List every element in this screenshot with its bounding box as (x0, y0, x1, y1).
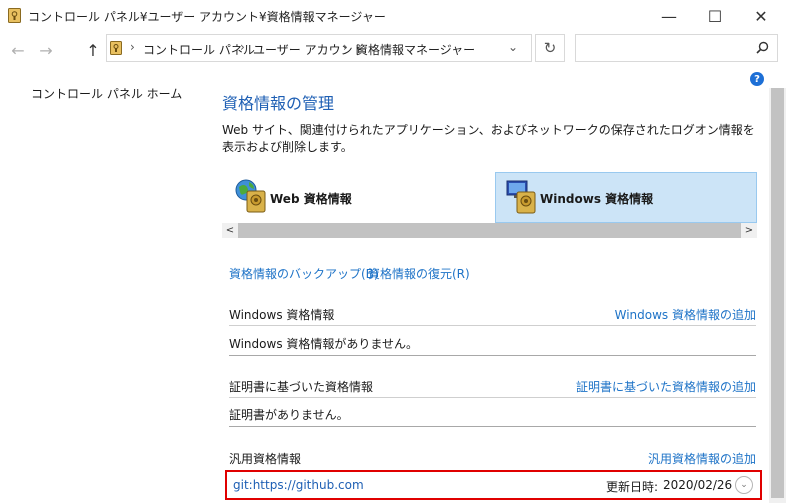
certificate-credentials-heading: 証明書に基づいた資格情報 (229, 380, 374, 394)
breadcrumb-separator: › (343, 40, 348, 54)
breadcrumb-separator: › (130, 40, 135, 54)
modified-date: 2020/02/26 (663, 478, 733, 492)
credential-manager-icon (110, 41, 122, 55)
horizontal-scrollbar[interactable] (222, 223, 757, 238)
chevron-down-icon[interactable]: ⌄ (508, 40, 518, 54)
breadcrumb-credential-manager[interactable]: 資格情報マネージャー (356, 41, 475, 58)
minimize-button[interactable]: — (646, 0, 692, 32)
search-input[interactable] (575, 34, 778, 62)
maximize-button[interactable]: ☐ (692, 0, 738, 32)
scrollbar-thumb[interactable] (771, 88, 784, 498)
breadcrumb-separator: › (240, 40, 245, 54)
add-certificate-credential-link[interactable]: 証明書に基づいた資格情報の追加 (576, 378, 756, 395)
windows-credentials-empty: Windows 資格情報がありません。 (229, 337, 419, 351)
certificate-credentials-empty: 証明書がありません。 (229, 408, 349, 422)
backup-credentials-link[interactable]: 資格情報のバックアップ(B) (229, 265, 379, 282)
forward-button[interactable]: → (36, 40, 56, 60)
close-button[interactable]: ✕ (738, 0, 784, 32)
expand-chevron-icon[interactable]: ⌄ (735, 476, 753, 494)
tab-windows-label: Windows 資格情報 (540, 192, 654, 206)
divider (229, 325, 756, 326)
divider (229, 426, 756, 427)
modified-label: 更新日時: (606, 480, 659, 494)
web-credential-icon (235, 179, 266, 213)
page-description: Web サイト、関連付けられたアプリケーション、およびネットワークの保存されたロ… (222, 123, 755, 154)
search-icon[interactable] (756, 41, 769, 54)
divider (229, 355, 756, 356)
windows-credential-icon (506, 180, 536, 214)
back-button[interactable]: ← (8, 40, 28, 60)
credential-manager-icon (8, 8, 21, 23)
generic-credentials-heading: 汎用資格情報 (229, 452, 302, 466)
breadcrumb-control-panel[interactable]: コントロール パネル (143, 41, 255, 58)
add-generic-credential-link[interactable]: 汎用資格情報の追加 (648, 450, 756, 467)
breadcrumb-user-accounts[interactable]: ユーザー アカウント (253, 41, 365, 58)
refresh-button[interactable]: ↻ (535, 34, 565, 62)
tab-web-label: Web 資格情報 (270, 192, 352, 206)
scroll-left-button[interactable]: < (222, 223, 238, 238)
window-title: コントロール パネル¥ユーザー アカウント¥資格情報マネージャー (28, 10, 386, 24)
divider (229, 397, 756, 398)
scroll-right-button[interactable]: > (741, 223, 757, 238)
credential-name: git:https://github.com (233, 478, 364, 492)
restore-credentials-link[interactable]: 資格情報の復元(R) (368, 265, 470, 282)
page-title: 資格情報の管理 (222, 94, 335, 113)
add-windows-credential-link[interactable]: Windows 資格情報の追加 (615, 306, 756, 323)
windows-credentials-heading: Windows 資格情報 (229, 308, 335, 322)
help-icon[interactable]: ? (750, 72, 764, 86)
up-button[interactable]: ↑ (83, 40, 103, 60)
control-panel-home-link[interactable]: コントロール パネル ホーム (31, 85, 182, 102)
